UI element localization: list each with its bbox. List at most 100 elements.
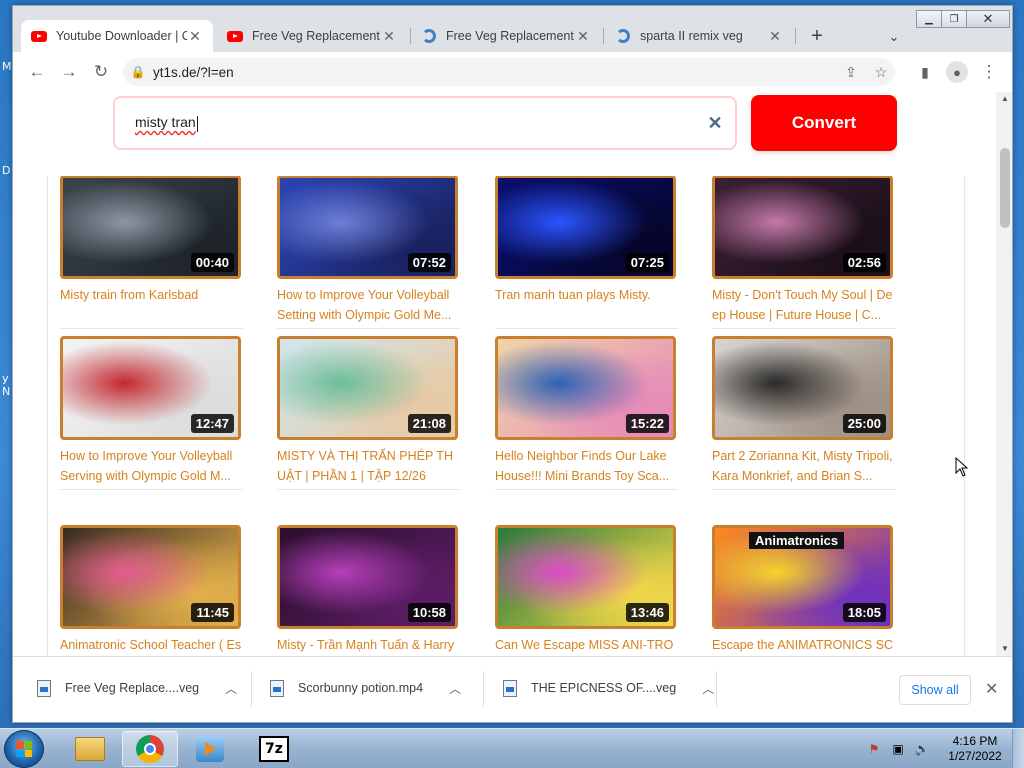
clear-search-icon[interactable]: ✕	[695, 113, 735, 134]
download-separator	[716, 671, 717, 707]
video-result-card[interactable]: 13:46 Can We Escape MISS ANI-TRON DETENTI…	[495, 525, 678, 656]
video-thumbnail[interactable]: 21:08	[277, 336, 458, 440]
chevron-up-icon[interactable]: ︿	[449, 680, 461, 697]
search-input[interactable]: misty tran ✕	[113, 96, 737, 150]
chrome-icon	[136, 735, 164, 763]
network-warning-icon[interactable]: ⚑	[866, 741, 882, 757]
video-title-link[interactable]: Part 2 Zorianna Kit, Misty Tripoli, Kara…	[712, 446, 895, 486]
share-icon[interactable]: ⇪	[839, 60, 863, 84]
bookmark-star-icon[interactable]: ☆	[869, 60, 893, 84]
chevron-up-icon[interactable]: ︿	[702, 680, 714, 697]
tab-youtube-downloader[interactable]: Youtube Downloader | C ✕	[21, 20, 213, 52]
video-duration-badge: 10:58	[407, 603, 451, 622]
start-button[interactable]	[4, 730, 44, 768]
video-result-card[interactable]: 12:47 How to Improve Your Volleyball Serv…	[60, 336, 243, 490]
video-title-link[interactable]: How to Improve Your Volleyball Setting w…	[277, 285, 460, 325]
chevron-up-icon[interactable]: ︿	[225, 680, 237, 697]
back-arrow-icon[interactable]: ←	[25, 60, 49, 84]
profile-avatar[interactable]: ●	[945, 60, 969, 84]
tab-search-chevron-icon[interactable]: ⌄	[883, 26, 905, 48]
browser-toolbar: ← → ↻ 🔒 yt1s.de/?l=en ⇪ ☆ ▮ ● ⋮	[13, 52, 1012, 92]
edge-icon	[615, 28, 631, 44]
address-url[interactable]: yt1s.de/?l=en	[153, 65, 234, 80]
video-title-link[interactable]: Misty - Trần Mạnh Tuấn & Harry Toledo. J…	[277, 635, 460, 656]
video-thumbnail[interactable]: 02:56	[712, 176, 893, 279]
lock-icon[interactable]: 🔒	[123, 65, 153, 79]
video-thumbnail[interactable]: 25:00	[712, 336, 893, 440]
download-item[interactable]: Free Veg Replace....veg ︿	[37, 671, 237, 705]
close-icon[interactable]: ✕	[187, 28, 203, 45]
taskbar-explorer[interactable]	[62, 731, 118, 767]
person-icon: ●	[946, 61, 968, 83]
video-thumbnail[interactable]: Animatronics 18:05	[712, 525, 893, 629]
network-icon[interactable]: ▣	[890, 741, 906, 757]
taskbar-chrome[interactable]	[122, 731, 178, 767]
video-duration-badge: 21:08	[407, 414, 451, 433]
video-result-card[interactable]: 15:22 Hello Neighbor Finds Our Lake House…	[495, 336, 678, 490]
video-title-link[interactable]: Misty train from Karlsbad	[60, 285, 243, 325]
download-item[interactable]: Scorbunny potion.mp4 ︿	[270, 671, 461, 705]
video-result-card[interactable]: Animatronics 18:05 Escape the ANIMATRONICS…	[712, 525, 895, 656]
show-desktop-button[interactable]	[1012, 729, 1024, 768]
forward-arrow-icon[interactable]: →	[57, 60, 81, 84]
reload-icon[interactable]: ↻	[89, 60, 113, 84]
close-downloads-icon[interactable]: ✕	[985, 679, 998, 699]
taskbar-media-player[interactable]	[182, 731, 238, 767]
desktop-icon-label: N	[2, 385, 11, 398]
video-title-link[interactable]: MISTY VÀ THỊ TRẤN PHÉP THUẬT | PHẦN 1 | …	[277, 446, 460, 486]
video-title-link[interactable]: Tran manh tuan plays Misty.	[495, 285, 678, 325]
address-bar[interactable]: 🔒 yt1s.de/?l=en ⇪ ☆	[123, 58, 895, 86]
window-close-button[interactable]: ✕	[966, 10, 1010, 28]
video-title-link[interactable]: Escape the ANIMATRONICS SCHOOL in Roblox…	[712, 635, 895, 656]
video-title-link[interactable]: Misty - Don't Touch My Soul | Deep House…	[712, 285, 895, 325]
video-thumbnail[interactable]: 07:52	[277, 176, 458, 279]
video-thumbnail[interactable]: 13:46	[495, 525, 676, 629]
new-tab-button[interactable]: +	[805, 25, 829, 49]
maximize-button[interactable]: ❐	[941, 10, 967, 28]
show-all-button[interactable]: Show all	[899, 675, 971, 705]
video-title-link[interactable]: How to Improve Your Volleyball Serving w…	[60, 446, 243, 486]
card-divider	[277, 489, 460, 490]
video-result-card[interactable]: 11:45 Animatronic School Teacher ( Escape…	[60, 525, 243, 656]
page-scrollbar[interactable]: ▲ ▼	[996, 92, 1012, 656]
clock-date: 1/27/2022	[948, 749, 1002, 763]
volume-icon[interactable]: 🔈	[914, 741, 930, 757]
search-input-text[interactable]: misty tran	[135, 114, 695, 132]
video-title-link[interactable]: Animatronic School Teacher ( Escape Miss…	[60, 635, 243, 656]
video-result-card[interactable]: 00:40 Misty train from Karlsbad	[60, 176, 243, 329]
video-result-card[interactable]: 21:08 MISTY VÀ THỊ TRẤN PHÉP THUẬT | PHẦN…	[277, 336, 460, 490]
minimize-button[interactable]: ▁	[916, 10, 942, 28]
video-thumbnail[interactable]: 10:58	[277, 525, 458, 629]
video-thumbnail[interactable]: 15:22	[495, 336, 676, 440]
video-result-card[interactable]: 07:52 How to Improve Your Volleyball Sett…	[277, 176, 460, 329]
download-item[interactable]: THE EPICNESS OF....veg ︿	[503, 671, 714, 705]
video-result-card[interactable]: 02:56 Misty - Don't Touch My Soul | Deep …	[712, 176, 895, 329]
video-thumbnail[interactable]: 12:47	[60, 336, 241, 440]
tab-free-veg-replacement-2[interactable]: Free Veg Replacement ✕	[411, 20, 601, 52]
video-thumbnail[interactable]: 11:45	[60, 525, 241, 629]
scrollbar-thumb[interactable]	[1000, 148, 1010, 228]
tab-sparta-remix-veg[interactable]: sparta II remix veg ✕	[605, 20, 793, 52]
card-divider	[495, 489, 678, 490]
close-icon[interactable]: ✕	[575, 28, 591, 45]
video-result-card[interactable]: 07:25 Tran manh tuan plays Misty.	[495, 176, 678, 329]
video-thumbnail[interactable]: 00:40	[60, 176, 241, 279]
close-icon[interactable]: ✕	[381, 28, 397, 45]
tab-free-veg-replacement-1[interactable]: Free Veg Replacement ( ✕	[217, 20, 407, 52]
video-result-card[interactable]: 25:00 Part 2 Zorianna Kit, Misty Tripoli,…	[712, 336, 895, 490]
scroll-up-arrow-icon[interactable]: ▲	[996, 92, 1012, 106]
system-clock[interactable]: 4:16 PM 1/27/2022	[940, 734, 1010, 764]
close-icon[interactable]: ✕	[767, 28, 783, 45]
side-panel-icon[interactable]: ▮	[913, 60, 937, 84]
menu-kebab-icon[interactable]: ⋮	[977, 60, 1001, 84]
results-grid: 00:40 Misty train from Karlsbad 07:52 How t…	[47, 176, 965, 656]
convert-button[interactable]: Convert	[751, 95, 897, 151]
taskbar-7zip[interactable]: 7z	[246, 731, 302, 767]
clock-time: 4:16 PM	[952, 734, 998, 748]
video-thumbnail[interactable]: 07:25	[495, 176, 676, 279]
video-title-link[interactable]: Hello Neighbor Finds Our Lake House!!! M…	[495, 446, 678, 486]
video-title-link[interactable]: Can We Escape MISS ANI-TRON DETENTION In…	[495, 635, 678, 656]
video-result-card[interactable]: 10:58 Misty - Trần Mạnh Tuấn & Harry Tole…	[277, 525, 460, 656]
mouse-cursor-icon	[955, 457, 969, 477]
scroll-down-arrow-icon[interactable]: ▼	[996, 642, 1012, 656]
